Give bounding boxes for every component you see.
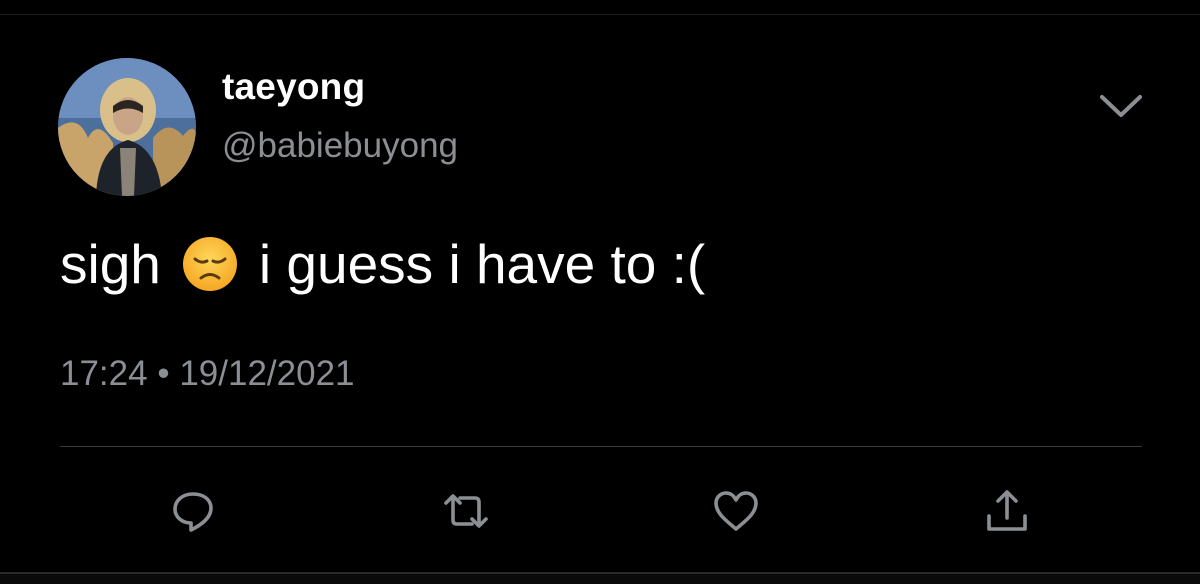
top-border: [0, 0, 1200, 15]
retweet-icon[interactable]: [440, 486, 490, 536]
tweet-text: sigh i guess i have to :(: [60, 232, 705, 296]
bottom-border: [0, 572, 1200, 584]
chevron-down-icon[interactable]: [1098, 92, 1144, 120]
tweet-text-part-2: i guess i have to :(: [258, 233, 706, 295]
heart-icon[interactable]: [710, 486, 760, 536]
tweet-text-part-1: sigh: [60, 233, 161, 295]
timestamp-separator: •: [157, 354, 170, 393]
actions-divider: [60, 446, 1142, 447]
reply-icon[interactable]: [168, 486, 218, 536]
share-icon[interactable]: [982, 486, 1032, 536]
avatar-photo: [58, 58, 196, 196]
avatar[interactable]: [58, 58, 196, 196]
tweet-date: 19/12/2021: [179, 354, 355, 393]
tweet-time: 17:24: [60, 354, 148, 393]
display-name[interactable]: taeyong: [222, 66, 365, 108]
user-handle[interactable]: @babiebuyong: [222, 126, 458, 166]
disappointed-face-emoji-icon: [181, 235, 239, 293]
timestamp[interactable]: 17:24 • 19/12/2021: [60, 354, 355, 394]
